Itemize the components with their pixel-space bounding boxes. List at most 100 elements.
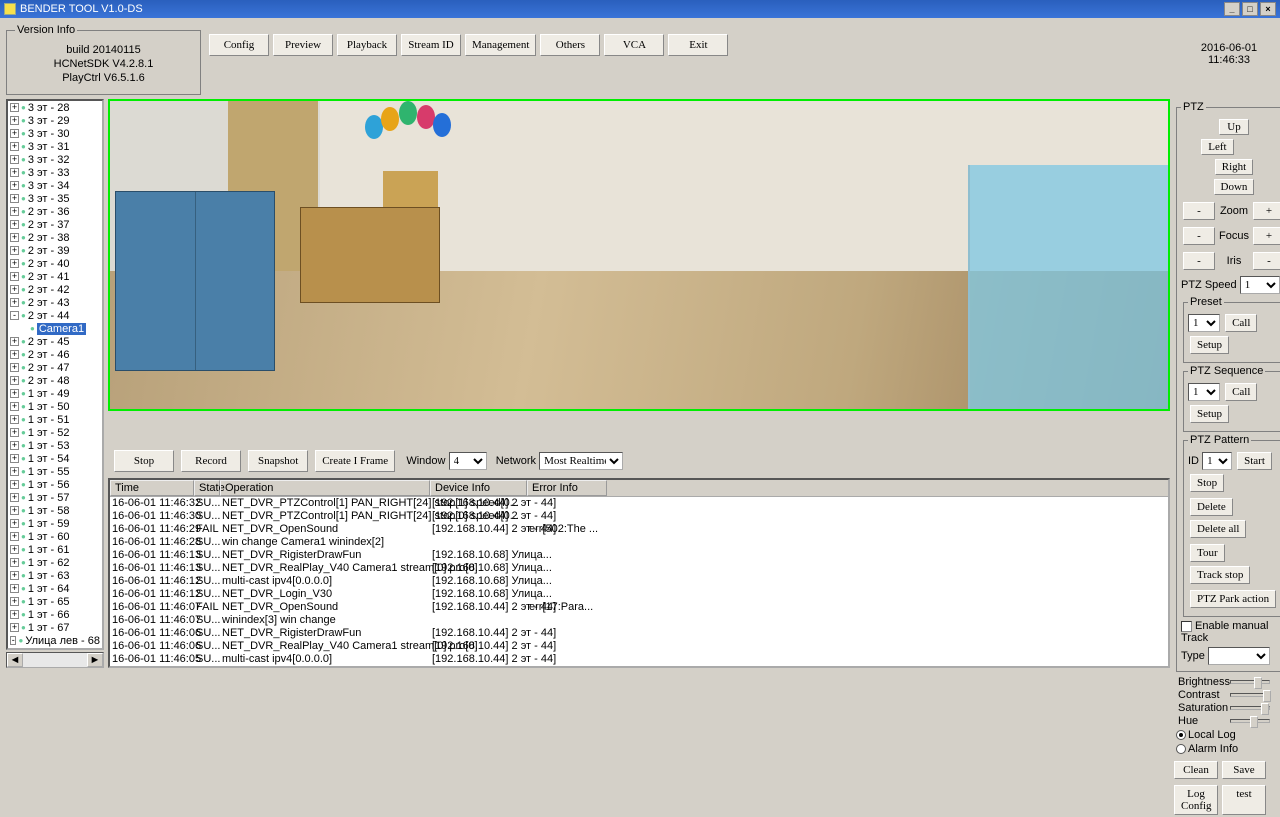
iris-open[interactable]: - — [1253, 252, 1280, 270]
tree-item[interactable]: ●Camera1 — [8, 647, 102, 650]
record-button[interactable]: Record — [181, 450, 241, 472]
brightness-slider[interactable] — [1230, 680, 1270, 684]
tree-item[interactable]: -●2 эт - 44 — [8, 309, 102, 322]
stop-button[interactable]: Stop — [114, 450, 174, 472]
log-row[interactable]: 16-06-01 11:46:07SU...winindex[3] win ch… — [110, 614, 1168, 627]
others-button[interactable]: Others — [540, 34, 600, 56]
preset-setup[interactable]: Setup — [1190, 336, 1229, 354]
test-button[interactable]: test — [1222, 785, 1266, 815]
tree-item[interactable]: +●1 эт - 51 — [8, 413, 102, 426]
pattern-start[interactable]: Start — [1237, 452, 1272, 470]
config-button[interactable]: Config — [209, 34, 269, 56]
saturation-slider[interactable] — [1230, 706, 1270, 710]
tree-item[interactable]: +●2 эт - 42 — [8, 283, 102, 296]
tree-item[interactable]: +●1 эт - 49 — [8, 387, 102, 400]
tree-item[interactable]: +●3 эт - 35 — [8, 192, 102, 205]
seq-setup[interactable]: Setup — [1190, 405, 1229, 423]
tree-item[interactable]: +●1 эт - 66 — [8, 608, 102, 621]
tree-item[interactable]: +●1 эт - 54 — [8, 452, 102, 465]
tree-item[interactable]: +●1 эт - 53 — [8, 439, 102, 452]
tree-hscroll[interactable]: ◄► — [6, 652, 104, 668]
tree-item[interactable]: +●2 эт - 36 — [8, 205, 102, 218]
tree-item[interactable]: +●1 эт - 63 — [8, 569, 102, 582]
tree-item[interactable]: +●2 эт - 38 — [8, 231, 102, 244]
tree-item[interactable]: +●2 эт - 39 — [8, 244, 102, 257]
tree-item[interactable]: +●2 эт - 48 — [8, 374, 102, 387]
tree-item[interactable]: +●2 эт - 41 — [8, 270, 102, 283]
logconfig-button[interactable]: Log Config — [1174, 785, 1218, 815]
log-row[interactable]: 16-06-01 11:46:32SU...NET_DVR_PTZControl… — [110, 497, 1168, 510]
network-select[interactable]: Most Realtime — [539, 452, 623, 470]
tree-item[interactable]: +●1 эт - 56 — [8, 478, 102, 491]
log-row[interactable]: 16-06-01 11:46:06SU...NET_DVR_RigisterDr… — [110, 627, 1168, 640]
log-row[interactable]: 16-06-01 11:46:13SU...NET_DVR_RigisterDr… — [110, 549, 1168, 562]
log-row[interactable]: 16-06-01 11:46:29FAILNET_DVR_OpenSound[1… — [110, 523, 1168, 536]
ptz-down[interactable]: Down — [1214, 179, 1255, 195]
tree-item[interactable]: +●1 эт - 50 — [8, 400, 102, 413]
focus-out[interactable]: - — [1183, 227, 1215, 245]
save-button[interactable]: Save — [1222, 761, 1266, 779]
contrast-slider[interactable] — [1230, 693, 1270, 697]
log-row[interactable]: 16-06-01 11:46:06SU...NET_DVR_RealPlay_V… — [110, 640, 1168, 653]
clean-button[interactable]: Clean — [1174, 761, 1218, 779]
log-row[interactable]: 16-06-01 11:46:12SU...NET_DVR_Login_V30[… — [110, 588, 1168, 601]
preview-button[interactable]: Preview — [273, 34, 333, 56]
log-row[interactable]: 16-06-01 11:46:30SU...NET_DVR_PTZControl… — [110, 510, 1168, 523]
seq-select[interactable]: 1 — [1188, 383, 1220, 401]
zoom-in[interactable]: + — [1253, 202, 1280, 220]
iframe-button[interactable]: Create I Frame — [315, 450, 395, 472]
tree-item[interactable]: +●1 эт - 61 — [8, 543, 102, 556]
log-row[interactable]: 16-06-01 11:46:12SU...multi-cast ipv4[0.… — [110, 575, 1168, 588]
alarm-info-radio[interactable]: Alarm Info — [1176, 743, 1238, 755]
ptz-left[interactable]: Left — [1201, 139, 1233, 155]
playback-button[interactable]: Playback — [337, 34, 397, 56]
iris-close[interactable]: - — [1183, 252, 1215, 270]
pattern-delete[interactable]: Delete — [1190, 498, 1233, 516]
log-row[interactable]: 16-06-01 11:46:07FAILNET_DVR_OpenSound[1… — [110, 601, 1168, 614]
preset-call[interactable]: Call — [1225, 314, 1257, 332]
pattern-stop[interactable]: Stop — [1190, 474, 1224, 492]
tree-item[interactable]: +●3 эт - 29 — [8, 114, 102, 127]
tree-item[interactable]: +●1 эт - 65 — [8, 595, 102, 608]
tree-item[interactable]: +●1 эт - 67 — [8, 621, 102, 634]
zoom-out[interactable]: - — [1183, 202, 1215, 220]
window-select[interactable]: 4 — [449, 452, 487, 470]
pattern-id[interactable]: 1 — [1202, 452, 1232, 470]
ptz-right[interactable]: Right — [1215, 159, 1253, 175]
log-row[interactable]: 16-06-01 11:46:28SU...win change Camera1… — [110, 536, 1168, 549]
tree-item[interactable]: +●3 эт - 32 — [8, 153, 102, 166]
ptz-speed[interactable]: 1 — [1240, 276, 1280, 294]
tree-item[interactable]: +●1 эт - 60 — [8, 530, 102, 543]
tree-item[interactable]: +●2 эт - 37 — [8, 218, 102, 231]
minimize-button[interactable]: _ — [1224, 2, 1240, 16]
tree-item[interactable]: +●2 эт - 43 — [8, 296, 102, 309]
seq-call[interactable]: Call — [1225, 383, 1257, 401]
tree-item[interactable]: +●3 эт - 31 — [8, 140, 102, 153]
tree-item[interactable]: +●1 эт - 52 — [8, 426, 102, 439]
tree-item[interactable]: +●3 эт - 34 — [8, 179, 102, 192]
track-type[interactable] — [1208, 647, 1270, 665]
tree-item[interactable]: +●3 эт - 28 — [8, 101, 102, 114]
log-row[interactable]: 16-06-01 11:46:05SU...multi-cast ipv4[0.… — [110, 653, 1168, 666]
pattern-delete-all[interactable]: Delete all — [1190, 520, 1246, 538]
tree-item[interactable]: +●2 эт - 47 — [8, 361, 102, 374]
preset-select[interactable]: 1 — [1188, 314, 1220, 332]
exit-button[interactable]: Exit — [668, 34, 728, 56]
tree-item[interactable]: +●3 эт - 30 — [8, 127, 102, 140]
manual-track-chk[interactable] — [1181, 621, 1192, 632]
close-button[interactable]: × — [1260, 2, 1276, 16]
maximize-button[interactable]: □ — [1242, 2, 1258, 16]
ptz-park[interactable]: PTZ Park action — [1190, 590, 1276, 608]
tree-item[interactable]: +●1 эт - 58 — [8, 504, 102, 517]
ptz-up[interactable]: Up — [1219, 119, 1249, 135]
tree-item[interactable]: +●1 эт - 59 — [8, 517, 102, 530]
tree-item[interactable]: +●2 эт - 46 — [8, 348, 102, 361]
tree-item[interactable]: +●1 эт - 64 — [8, 582, 102, 595]
tree-item[interactable]: +●1 эт - 57 — [8, 491, 102, 504]
focus-in[interactable]: + — [1253, 227, 1280, 245]
tree-item[interactable]: +●3 эт - 33 — [8, 166, 102, 179]
management-button[interactable]: Management — [465, 34, 536, 56]
device-tree[interactable]: +●3 эт - 28+●3 эт - 29+●3 эт - 30+●3 эт … — [6, 99, 104, 650]
track-stop[interactable]: Track stop — [1190, 566, 1250, 584]
tree-item[interactable]: +●1 эт - 55 — [8, 465, 102, 478]
